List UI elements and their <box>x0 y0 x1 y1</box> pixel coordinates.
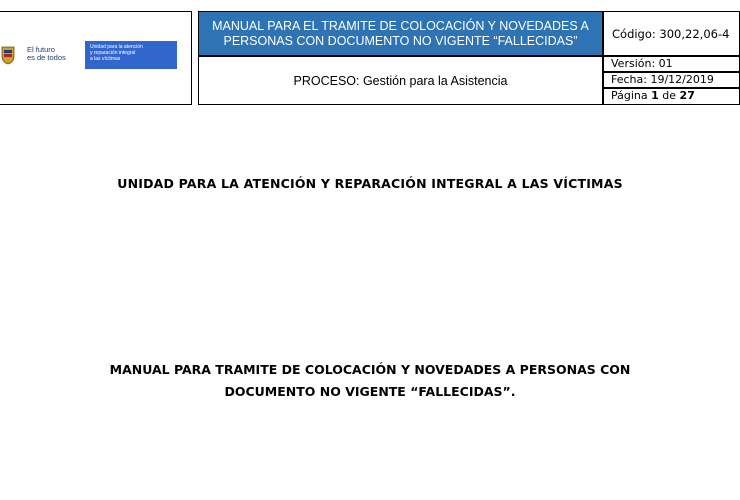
page-of: de <box>662 89 677 102</box>
page-current: 1 <box>651 89 659 102</box>
version-cell: Versión: 01 <box>603 56 740 72</box>
page-cell: Página 1 de 27 <box>603 88 740 105</box>
date-cell: Fecha: 19/12/2019 <box>603 72 740 88</box>
entity-title: UNIDAD PARA LA ATENCIÓN Y REPARACIÓN INT… <box>117 176 623 191</box>
coat-of-arms-icon <box>1 46 15 65</box>
page-label: Página <box>611 89 648 102</box>
manual-title-line2: PERSONAS CON DOCUMENTO NO VIGENTE “FALLE… <box>223 33 578 48</box>
logo-entity-box: Unidad para la atención y reparación int… <box>85 41 177 69</box>
manual-title-line1: MANUAL PARA EL TRAMITE DE COLOCACIÓN Y N… <box>212 18 589 33</box>
code-cell: Código: 300,22,06-4 <box>603 11 740 56</box>
document-title-line2: DOCUMENTO NO VIGENTE “FALLECIDAS”. <box>224 384 516 399</box>
logo-tagline: El futuro es de todos <box>27 45 66 62</box>
process-cell: PROCESO: Gestión para la Asistencia <box>198 56 603 105</box>
page-total: 27 <box>679 89 695 102</box>
document-header: El futuro es de todos Unidad para la ate… <box>0 11 740 105</box>
document-title-line1: MANUAL PARA TRAMITE DE COLOCACIÓN Y NOVE… <box>109 362 631 377</box>
manual-title-cell: MANUAL PARA EL TRAMITE DE COLOCACIÓN Y N… <box>198 11 603 56</box>
logo-cell: El futuro es de todos Unidad para la ate… <box>0 11 192 105</box>
document-title: MANUAL PARA TRAMITE DE COLOCACIÓN Y NOVE… <box>0 359 740 403</box>
